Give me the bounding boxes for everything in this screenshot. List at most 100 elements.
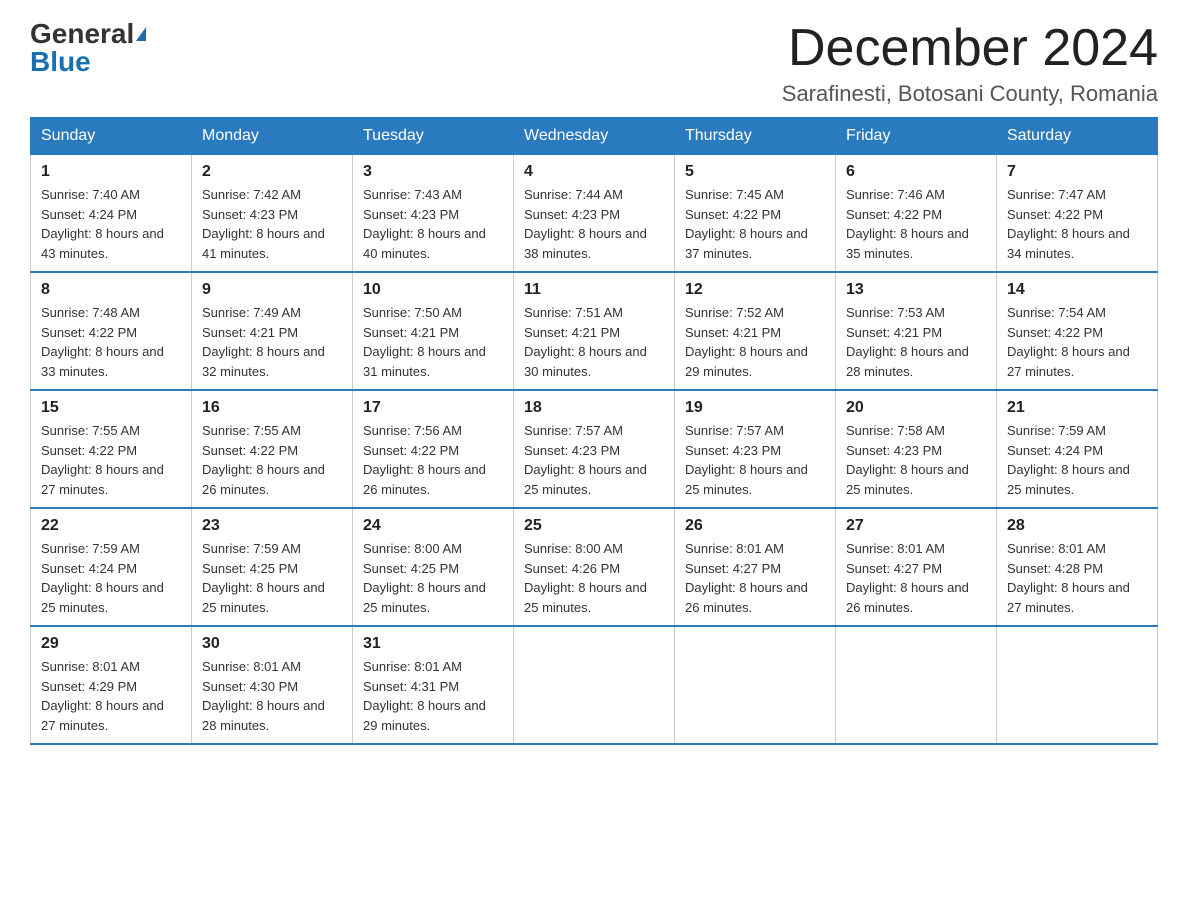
calendar-day-cell: 10 Sunrise: 7:50 AMSunset: 4:21 PMDaylig… <box>353 272 514 390</box>
calendar-day-cell: 21 Sunrise: 7:59 AMSunset: 4:24 PMDaylig… <box>997 390 1158 508</box>
day-info: Sunrise: 7:48 AMSunset: 4:22 PMDaylight:… <box>41 305 164 379</box>
day-number: 31 <box>363 635 503 653</box>
calendar-header-saturday: Saturday <box>997 118 1158 154</box>
day-number: 17 <box>363 399 503 417</box>
day-info: Sunrise: 7:46 AMSunset: 4:22 PMDaylight:… <box>846 187 969 261</box>
day-info: Sunrise: 7:54 AMSunset: 4:22 PMDaylight:… <box>1007 305 1130 379</box>
calendar-day-cell <box>836 626 997 744</box>
day-info: Sunrise: 8:01 AMSunset: 4:30 PMDaylight:… <box>202 659 325 733</box>
calendar-day-cell: 12 Sunrise: 7:52 AMSunset: 4:21 PMDaylig… <box>675 272 836 390</box>
day-number: 9 <box>202 281 342 299</box>
month-year-title: December 2024 <box>782 20 1158 77</box>
day-number: 6 <box>846 163 986 181</box>
day-number: 14 <box>1007 281 1147 299</box>
calendar-day-cell: 27 Sunrise: 8:01 AMSunset: 4:27 PMDaylig… <box>836 508 997 626</box>
day-number: 8 <box>41 281 181 299</box>
day-info: Sunrise: 7:40 AMSunset: 4:24 PMDaylight:… <box>41 187 164 261</box>
day-info: Sunrise: 7:57 AMSunset: 4:23 PMDaylight:… <box>524 423 647 497</box>
day-number: 7 <box>1007 163 1147 181</box>
day-number: 30 <box>202 635 342 653</box>
calendar-day-cell: 23 Sunrise: 7:59 AMSunset: 4:25 PMDaylig… <box>192 508 353 626</box>
day-number: 21 <box>1007 399 1147 417</box>
calendar-table: SundayMondayTuesdayWednesdayThursdayFrid… <box>30 117 1158 745</box>
day-number: 29 <box>41 635 181 653</box>
calendar-day-cell: 31 Sunrise: 8:01 AMSunset: 4:31 PMDaylig… <box>353 626 514 744</box>
calendar-day-cell: 30 Sunrise: 8:01 AMSunset: 4:30 PMDaylig… <box>192 626 353 744</box>
calendar-day-cell: 29 Sunrise: 8:01 AMSunset: 4:29 PMDaylig… <box>31 626 192 744</box>
day-number: 27 <box>846 517 986 535</box>
calendar-header-tuesday: Tuesday <box>353 118 514 154</box>
day-info: Sunrise: 7:57 AMSunset: 4:23 PMDaylight:… <box>685 423 808 497</box>
day-info: Sunrise: 8:00 AMSunset: 4:26 PMDaylight:… <box>524 541 647 615</box>
calendar-day-cell: 13 Sunrise: 7:53 AMSunset: 4:21 PMDaylig… <box>836 272 997 390</box>
day-number: 16 <box>202 399 342 417</box>
day-number: 5 <box>685 163 825 181</box>
logo-triangle-icon <box>136 27 146 41</box>
day-info: Sunrise: 7:52 AMSunset: 4:21 PMDaylight:… <box>685 305 808 379</box>
day-info: Sunrise: 7:51 AMSunset: 4:21 PMDaylight:… <box>524 305 647 379</box>
calendar-day-cell <box>675 626 836 744</box>
calendar-day-cell: 8 Sunrise: 7:48 AMSunset: 4:22 PMDayligh… <box>31 272 192 390</box>
day-info: Sunrise: 7:43 AMSunset: 4:23 PMDaylight:… <box>363 187 486 261</box>
calendar-day-cell: 5 Sunrise: 7:45 AMSunset: 4:22 PMDayligh… <box>675 154 836 272</box>
calendar-day-cell: 4 Sunrise: 7:44 AMSunset: 4:23 PMDayligh… <box>514 154 675 272</box>
logo-blue-text: Blue <box>30 48 91 76</box>
calendar-day-cell: 22 Sunrise: 7:59 AMSunset: 4:24 PMDaylig… <box>31 508 192 626</box>
day-info: Sunrise: 8:01 AMSunset: 4:31 PMDaylight:… <box>363 659 486 733</box>
header: General Blue December 2024 Sarafinesti, … <box>30 20 1158 107</box>
calendar-day-cell: 26 Sunrise: 8:01 AMSunset: 4:27 PMDaylig… <box>675 508 836 626</box>
day-number: 4 <box>524 163 664 181</box>
calendar-day-cell: 7 Sunrise: 7:47 AMSunset: 4:22 PMDayligh… <box>997 154 1158 272</box>
calendar-day-cell: 25 Sunrise: 8:00 AMSunset: 4:26 PMDaylig… <box>514 508 675 626</box>
calendar-day-cell: 3 Sunrise: 7:43 AMSunset: 4:23 PMDayligh… <box>353 154 514 272</box>
day-info: Sunrise: 7:53 AMSunset: 4:21 PMDaylight:… <box>846 305 969 379</box>
day-number: 2 <box>202 163 342 181</box>
location-subtitle: Sarafinesti, Botosani County, Romania <box>782 81 1158 107</box>
calendar-day-cell <box>514 626 675 744</box>
calendar-day-cell: 16 Sunrise: 7:55 AMSunset: 4:22 PMDaylig… <box>192 390 353 508</box>
calendar-week-row: 8 Sunrise: 7:48 AMSunset: 4:22 PMDayligh… <box>31 272 1158 390</box>
calendar-day-cell: 1 Sunrise: 7:40 AMSunset: 4:24 PMDayligh… <box>31 154 192 272</box>
day-info: Sunrise: 7:50 AMSunset: 4:21 PMDaylight:… <box>363 305 486 379</box>
calendar-day-cell <box>997 626 1158 744</box>
day-info: Sunrise: 7:59 AMSunset: 4:24 PMDaylight:… <box>1007 423 1130 497</box>
calendar-week-row: 15 Sunrise: 7:55 AMSunset: 4:22 PMDaylig… <box>31 390 1158 508</box>
day-info: Sunrise: 7:59 AMSunset: 4:25 PMDaylight:… <box>202 541 325 615</box>
day-info: Sunrise: 7:44 AMSunset: 4:23 PMDaylight:… <box>524 187 647 261</box>
day-number: 1 <box>41 163 181 181</box>
day-info: Sunrise: 7:49 AMSunset: 4:21 PMDaylight:… <box>202 305 325 379</box>
logo-general-text: General <box>30 20 134 48</box>
calendar-day-cell: 11 Sunrise: 7:51 AMSunset: 4:21 PMDaylig… <box>514 272 675 390</box>
calendar-day-cell: 17 Sunrise: 7:56 AMSunset: 4:22 PMDaylig… <box>353 390 514 508</box>
day-info: Sunrise: 7:56 AMSunset: 4:22 PMDaylight:… <box>363 423 486 497</box>
calendar-day-cell: 6 Sunrise: 7:46 AMSunset: 4:22 PMDayligh… <box>836 154 997 272</box>
day-info: Sunrise: 7:58 AMSunset: 4:23 PMDaylight:… <box>846 423 969 497</box>
calendar-week-row: 1 Sunrise: 7:40 AMSunset: 4:24 PMDayligh… <box>31 154 1158 272</box>
day-number: 23 <box>202 517 342 535</box>
day-number: 15 <box>41 399 181 417</box>
day-info: Sunrise: 8:01 AMSunset: 4:27 PMDaylight:… <box>685 541 808 615</box>
calendar-day-cell: 20 Sunrise: 7:58 AMSunset: 4:23 PMDaylig… <box>836 390 997 508</box>
calendar-day-cell: 2 Sunrise: 7:42 AMSunset: 4:23 PMDayligh… <box>192 154 353 272</box>
day-number: 10 <box>363 281 503 299</box>
day-number: 13 <box>846 281 986 299</box>
day-number: 24 <box>363 517 503 535</box>
day-number: 12 <box>685 281 825 299</box>
day-number: 20 <box>846 399 986 417</box>
day-number: 3 <box>363 163 503 181</box>
logo: General Blue <box>30 20 146 76</box>
calendar-week-row: 29 Sunrise: 8:01 AMSunset: 4:29 PMDaylig… <box>31 626 1158 744</box>
calendar-header-sunday: Sunday <box>31 118 192 154</box>
day-info: Sunrise: 7:42 AMSunset: 4:23 PMDaylight:… <box>202 187 325 261</box>
day-info: Sunrise: 8:01 AMSunset: 4:28 PMDaylight:… <box>1007 541 1130 615</box>
day-number: 19 <box>685 399 825 417</box>
calendar-header-wednesday: Wednesday <box>514 118 675 154</box>
day-info: Sunrise: 7:45 AMSunset: 4:22 PMDaylight:… <box>685 187 808 261</box>
calendar-day-cell: 18 Sunrise: 7:57 AMSunset: 4:23 PMDaylig… <box>514 390 675 508</box>
day-info: Sunrise: 7:47 AMSunset: 4:22 PMDaylight:… <box>1007 187 1130 261</box>
calendar-week-row: 22 Sunrise: 7:59 AMSunset: 4:24 PMDaylig… <box>31 508 1158 626</box>
calendar-header-thursday: Thursday <box>675 118 836 154</box>
day-info: Sunrise: 7:55 AMSunset: 4:22 PMDaylight:… <box>202 423 325 497</box>
calendar-day-cell: 24 Sunrise: 8:00 AMSunset: 4:25 PMDaylig… <box>353 508 514 626</box>
day-info: Sunrise: 7:59 AMSunset: 4:24 PMDaylight:… <box>41 541 164 615</box>
